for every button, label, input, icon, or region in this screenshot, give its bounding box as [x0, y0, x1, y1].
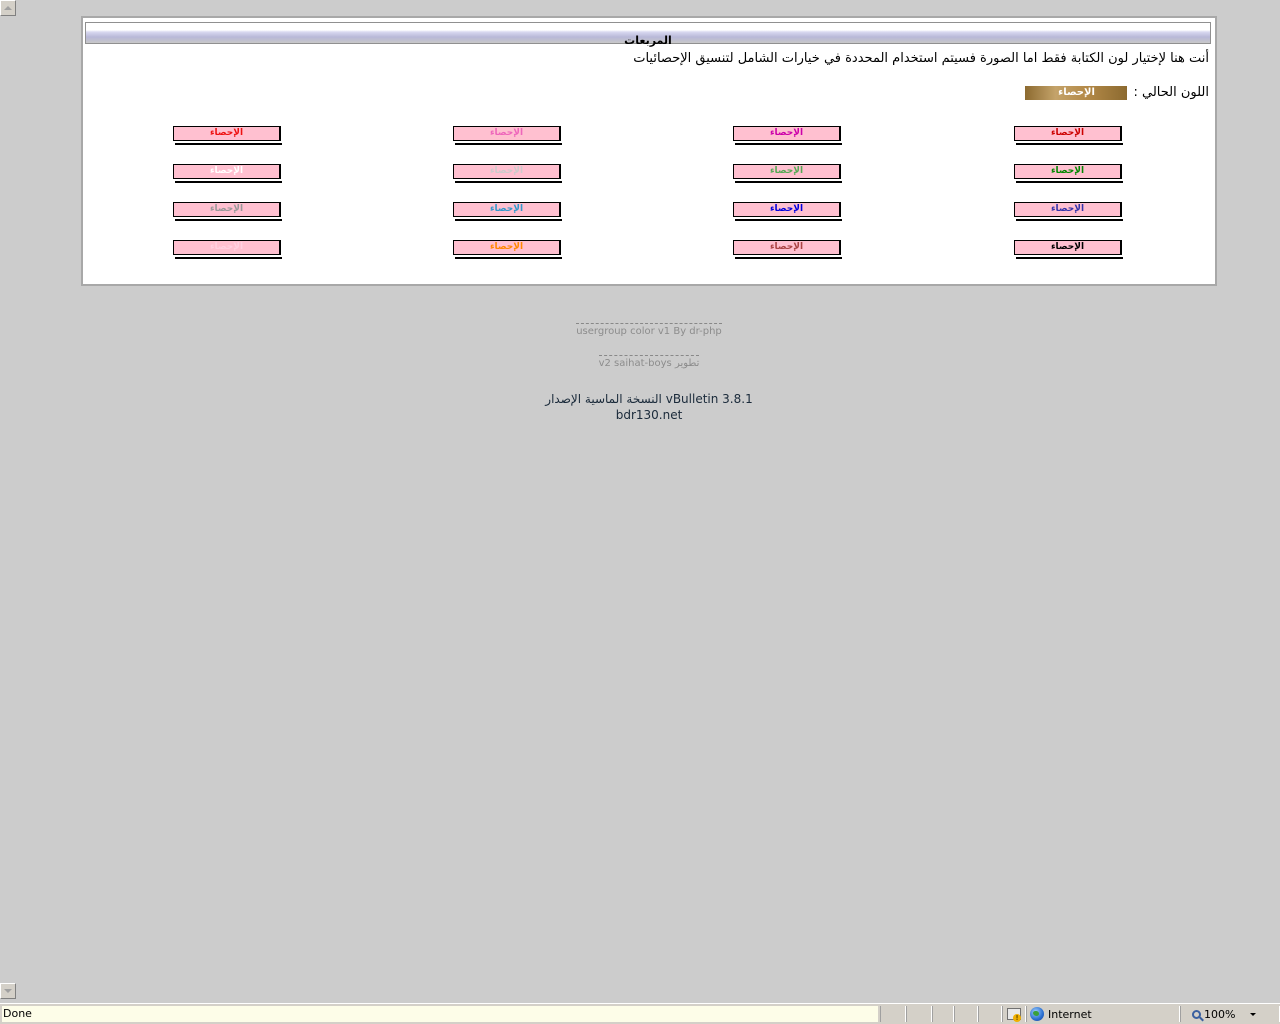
color-swatch-button[interactable]: الإحصاء: [173, 202, 282, 221]
swatch-label: الإحصاء: [733, 240, 841, 255]
dropdown-arrow-icon[interactable]: [1250, 1013, 1256, 1016]
current-color-swatch: الإحصاء: [1025, 85, 1128, 100]
color-swatch-button[interactable]: الإحصاء: [733, 240, 842, 259]
color-panel: المربعات أنت هنا لإختيار لون الكتابة فقط…: [81, 16, 1217, 286]
zoom-icon: [1192, 1009, 1201, 1019]
scroll-down-button[interactable]: [0, 983, 16, 999]
swatch-label: الإحصاء: [733, 164, 841, 179]
swatch-shadow: [455, 257, 562, 259]
scroll-up-icon: [4, 6, 12, 10]
swatch-label: الإحصاء: [173, 240, 281, 255]
swatch-shadow: [1016, 219, 1123, 221]
credit-text-2: v2 saihat-boys تطوير: [598, 355, 700, 369]
swatch-shadow: [175, 181, 282, 183]
status-cell: [880, 1006, 906, 1022]
swatch-label: الإحصاء: [173, 164, 281, 179]
swatch-shadow: [175, 257, 282, 259]
swatch-shadow: [1016, 181, 1123, 183]
color-swatch-button[interactable]: الإحصاء: [173, 126, 282, 145]
zoom-control[interactable]: 100%: [1192, 1007, 1235, 1021]
scroll-down-icon: [4, 989, 12, 993]
swatch-label: الإحصاء: [173, 126, 281, 141]
swatch-shadow: [735, 143, 842, 145]
page-viewport: المربعات أنت هنا لإختيار لون الكتابة فقط…: [0, 0, 1280, 1003]
site-link[interactable]: bdr130.net: [0, 408, 1280, 422]
color-swatch-button[interactable]: الإحصاء: [453, 164, 562, 183]
status-text: Done: [2, 1006, 878, 1022]
swatch-shadow: [735, 181, 842, 183]
current-color-label: اللون الحالي :: [1133, 85, 1209, 100]
swatch-shadow: [735, 257, 842, 259]
swatch-shadow: [1016, 257, 1123, 259]
color-swatch-button[interactable]: الإحصاء: [1014, 240, 1123, 259]
swatch-shadow: [455, 143, 562, 145]
swatch-label: الإحصاء: [733, 126, 841, 141]
version-text: النسخة الماسية الإصدار vBulletin 3.8.1: [545, 392, 753, 406]
color-swatch-button[interactable]: الإحصاء: [1014, 202, 1123, 221]
status-cell: [906, 1006, 932, 1022]
swatch-label: الإحصاء: [1014, 164, 1122, 179]
panel-description: أنت هنا لإختيار لون الكتابة فقط اما الصو…: [633, 51, 1209, 66]
swatch-label: الإحصاء: [173, 202, 281, 217]
color-swatch-button[interactable]: الإحصاء: [1014, 164, 1123, 183]
status-cell: [954, 1006, 978, 1022]
status-cell: [932, 1006, 954, 1022]
credit-text-1: usergroup color v1 By dr-php: [576, 323, 722, 337]
color-swatch-button[interactable]: الإحصاء: [173, 240, 282, 259]
status-cell: [978, 1006, 1002, 1022]
globe-icon: [1030, 1007, 1044, 1021]
color-swatch-button[interactable]: الإحصاء: [453, 240, 562, 259]
credit-line-2: v2 saihat-boys تطوير: [0, 355, 1280, 369]
color-swatch-button[interactable]: الإحصاء: [173, 164, 282, 183]
swatch-label: الإحصاء: [733, 202, 841, 217]
panel-header: المربعات: [85, 22, 1211, 47]
swatch-shadow: [175, 143, 282, 145]
current-color-row: اللون الحالي : الإحصاء: [1025, 85, 1209, 100]
swatch-shadow: [735, 219, 842, 221]
status-bar: Done Internet 100%: [0, 1003, 1280, 1024]
swatch-label: الإحصاء: [453, 164, 561, 179]
color-swatch-button[interactable]: الإحصاء: [453, 202, 562, 221]
swatch-label: الإحصاء: [453, 240, 561, 255]
swatch-label: الإحصاء: [1014, 240, 1122, 255]
security-zone[interactable]: Internet: [1030, 1007, 1092, 1021]
scroll-up-button[interactable]: [0, 0, 16, 16]
zoom-label: 100%: [1204, 1007, 1236, 1021]
swatch-label: الإحصاء: [453, 202, 561, 217]
color-swatch-button[interactable]: الإحصاء: [453, 126, 562, 145]
swatch-label: الإحصاء: [453, 126, 561, 141]
panel-title: المربعات: [624, 34, 672, 47]
swatch-shadow: [455, 219, 562, 221]
swatch-label: الإحصاء: [1014, 202, 1122, 217]
swatch-shadow: [455, 181, 562, 183]
color-swatch-button[interactable]: الإحصاء: [733, 202, 842, 221]
swatch-label: الإحصاء: [1014, 126, 1122, 141]
credit-line-1: usergroup color v1 By dr-php: [0, 323, 1280, 337]
color-swatch-button[interactable]: الإحصاء: [733, 126, 842, 145]
protected-mode-icon[interactable]: [1007, 1008, 1021, 1022]
color-swatch-button[interactable]: الإحصاء: [1014, 126, 1123, 145]
zone-label: Internet: [1048, 1007, 1092, 1021]
swatch-shadow: [1016, 143, 1123, 145]
color-swatch-button[interactable]: الإحصاء: [733, 164, 842, 183]
swatch-shadow: [175, 219, 282, 221]
